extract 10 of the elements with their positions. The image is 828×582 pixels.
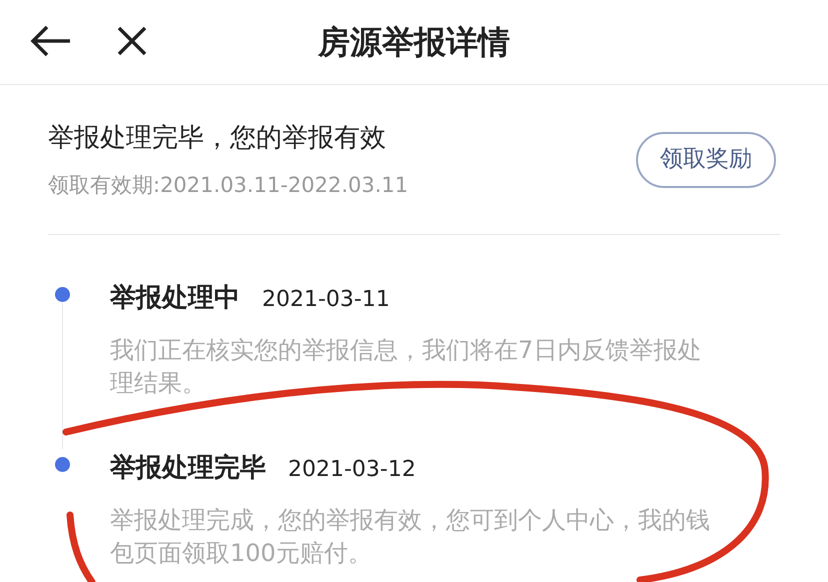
validity-period: 领取有效期:2021.03.11-2022.03.11 bbox=[48, 172, 408, 200]
result-message: 举报处理完毕，您的举报有效 bbox=[48, 122, 387, 156]
status-title: 举报处理中 bbox=[110, 282, 240, 315]
status-description: 举报处理完成，您的举报有效，您可到个人中心，我的钱包页面领取100元赔付。 bbox=[110, 505, 710, 569]
claim-reward-button[interactable]: 领取奖励 bbox=[636, 132, 776, 188]
page-title: 房源举报详情 bbox=[318, 22, 510, 63]
status-date: 2021-03-11 bbox=[262, 286, 390, 314]
status-description: 我们正在核实您的举报信息，我们将在7日内反馈举报处理结果。 bbox=[110, 335, 702, 399]
status-title: 举报处理完毕 bbox=[110, 452, 266, 485]
status-date: 2021-03-12 bbox=[288, 456, 416, 484]
